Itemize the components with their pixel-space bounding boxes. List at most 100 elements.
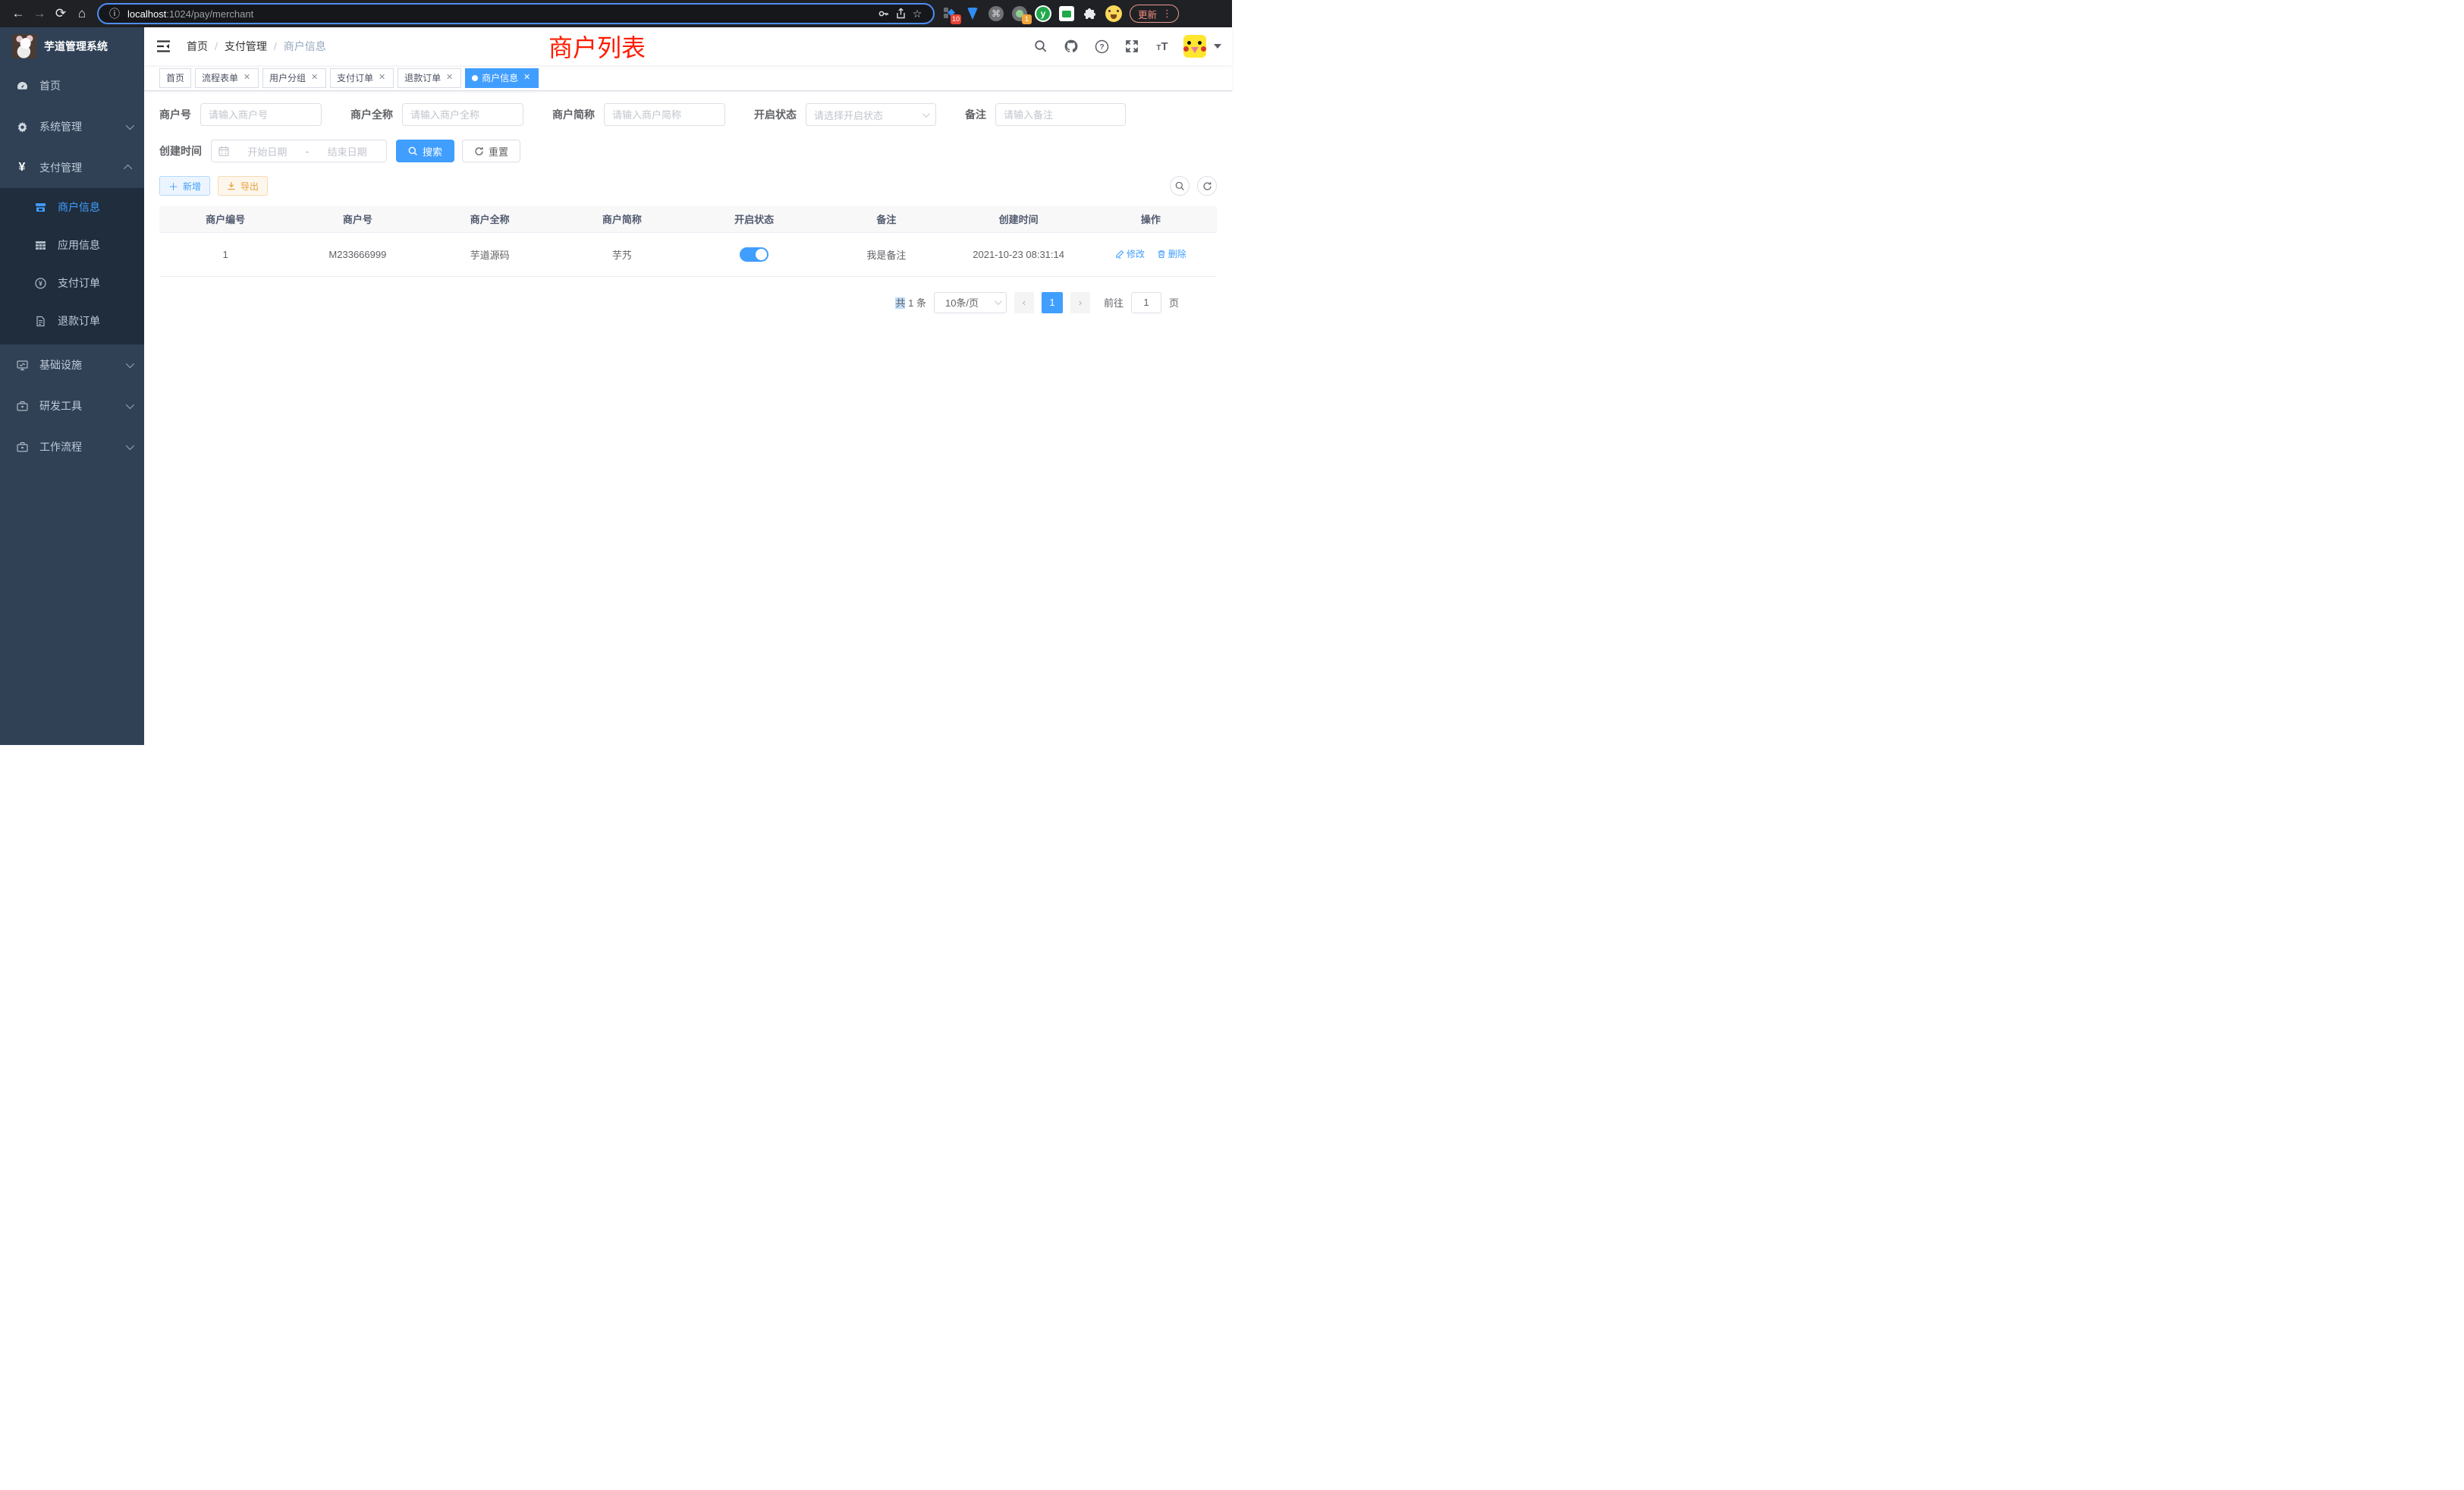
sidebar-item-dev-tools[interactable]: 研发工具: [0, 385, 144, 426]
extension-recorder-icon[interactable]: 1: [1011, 5, 1028, 22]
prev-page-button[interactable]: ‹: [1014, 292, 1034, 313]
close-icon[interactable]: ✕: [445, 73, 454, 83]
shop-icon: [33, 201, 47, 214]
toggle-search-icon[interactable]: [1170, 176, 1190, 196]
help-icon[interactable]: ?: [1092, 37, 1111, 55]
reset-button[interactable]: 重置: [462, 140, 520, 162]
status-toggle[interactable]: [740, 247, 768, 262]
add-button[interactable]: ＋新增: [159, 176, 210, 196]
table-row: 1 M233666999 芋道源码 芋艿 我是备注 2021-10-23 08:…: [159, 232, 1217, 276]
sidebar-item-pay[interactable]: ¥ 支付管理: [0, 147, 144, 188]
close-icon[interactable]: ✕: [242, 73, 252, 83]
sidebar-item-label: 系统管理: [39, 119, 126, 134]
sidebar-item-pay-order[interactable]: ¥ 支付订单: [0, 264, 144, 302]
breadcrumb-current: 商户信息: [284, 39, 326, 54]
breadcrumb-pay[interactable]: 支付管理: [225, 39, 267, 54]
back-icon[interactable]: ←: [8, 3, 29, 24]
forward-icon[interactable]: →: [29, 3, 50, 24]
font-size-icon[interactable]: TT: [1153, 37, 1171, 55]
reload-icon[interactable]: ⟳: [50, 3, 71, 24]
cell-remark: 我是备注: [820, 232, 952, 276]
yen-icon: ¥: [15, 161, 29, 174]
filter-row-2: 创建时间 开始日期 - 结束日期 搜索 重置: [159, 140, 1217, 162]
extension-emoji-icon[interactable]: [1105, 5, 1122, 22]
sidebar-item-infra[interactable]: 基础设施: [0, 344, 144, 385]
browser-menu-icon[interactable]: ⋮: [1162, 8, 1172, 20]
sidebar-item-home[interactable]: 首页: [0, 65, 144, 106]
next-page-button[interactable]: ›: [1070, 292, 1090, 313]
refresh-icon[interactable]: [1197, 176, 1217, 196]
table-toolbar: ＋新增 导出: [159, 176, 1217, 196]
col-header: 开启状态: [688, 206, 820, 232]
pay-submenu: 商户信息 应用信息 ¥ 支付订单: [0, 188, 144, 344]
close-icon[interactable]: ✕: [377, 73, 387, 83]
extension-command-icon[interactable]: ⌘: [988, 5, 1004, 22]
fullscreen-icon[interactable]: [1123, 37, 1141, 55]
svg-text:¥: ¥: [39, 279, 42, 287]
extension-gem-icon[interactable]: [964, 5, 981, 22]
extensions-puzzle-icon[interactable]: [1082, 5, 1098, 22]
tab-user-group[interactable]: 用户分组✕: [262, 68, 326, 88]
app-logo-row[interactable]: 芋道管理系统: [0, 27, 144, 65]
date-start-placeholder[interactable]: 开始日期: [235, 144, 300, 159]
home-icon[interactable]: ⌂: [71, 3, 93, 24]
page-size-select[interactable]: 10条/页: [934, 292, 1007, 313]
date-end-placeholder[interactable]: 结束日期: [315, 144, 379, 159]
share-icon[interactable]: [892, 5, 909, 22]
breadcrumb-home[interactable]: 首页: [187, 39, 208, 54]
sidebar-item-workflow[interactable]: 工作流程: [0, 426, 144, 467]
close-icon[interactable]: ✕: [522, 73, 532, 83]
tab-merchant-info[interactable]: 商户信息✕: [465, 68, 539, 88]
briefcase-icon: [15, 400, 29, 413]
screen: ← → ⟳ ⌂ ⓘ localhost:1024/pay/merchant ☆ …: [0, 0, 1232, 745]
sidebar-item-label: 支付订单: [58, 275, 100, 291]
short-name-input[interactable]: [604, 103, 725, 126]
edit-link[interactable]: 修改: [1115, 247, 1145, 260]
github-icon[interactable]: [1062, 37, 1080, 55]
status-label: 开启状态: [754, 107, 797, 122]
col-header: 商户简称: [556, 206, 688, 232]
url-host: localhost: [127, 8, 166, 20]
tab-home[interactable]: 首页: [159, 68, 191, 88]
tab-process-form[interactable]: 流程表单✕: [195, 68, 259, 88]
sidebar-item-label: 支付管理: [39, 160, 126, 175]
app-title: 芋道管理系统: [44, 39, 108, 54]
avatar-caret-icon[interactable]: [1214, 44, 1221, 49]
browser-update-button[interactable]: 更新 ⋮: [1130, 5, 1179, 23]
search-icon[interactable]: [1032, 37, 1050, 55]
extension-grid-icon[interactable]: ◆ 10: [941, 5, 957, 22]
sidebar-item-system[interactable]: 系统管理: [0, 106, 144, 147]
tab-pay-order[interactable]: 支付订单✕: [330, 68, 394, 88]
site-info-icon[interactable]: ⓘ: [106, 5, 123, 22]
sidebar-item-app-info[interactable]: 应用信息: [0, 226, 144, 264]
goto-page-input[interactable]: [1131, 292, 1161, 313]
close-icon[interactable]: ✕: [310, 73, 319, 83]
svg-text:?: ?: [1099, 43, 1104, 52]
chevron-down-icon: [126, 360, 134, 368]
tab-refund-order[interactable]: 退款订单✕: [398, 68, 461, 88]
sidebar-item-refund-order[interactable]: 退款订单: [0, 302, 144, 340]
bookmark-star-icon[interactable]: ☆: [909, 5, 926, 22]
sidebar-item-merchant-info[interactable]: 商户信息: [0, 188, 144, 226]
chevron-down-icon: [126, 401, 134, 409]
col-header: 商户号: [291, 206, 423, 232]
remark-input[interactable]: [995, 103, 1126, 126]
merchant-no-input[interactable]: [200, 103, 322, 126]
search-button[interactable]: 搜索: [396, 140, 454, 162]
full-name-input[interactable]: [402, 103, 523, 126]
password-key-icon[interactable]: [875, 5, 892, 22]
page-number-button[interactable]: 1: [1042, 292, 1063, 313]
create-time-range-picker[interactable]: 开始日期 - 结束日期: [211, 140, 387, 162]
merchant-table: 商户编号 商户号 商户全称 商户简称 开启状态 备注 创建时间 操作 1 M23…: [159, 206, 1217, 277]
cell-short-name: 芋艿: [556, 232, 688, 276]
address-bar[interactable]: ⓘ localhost:1024/pay/merchant ☆: [97, 3, 935, 24]
gear-icon: [15, 121, 29, 134]
pagination: 共 1 条 10条/页 ‹ 1 › 前往 页: [159, 292, 1179, 313]
status-select[interactable]: 请选择开启状态: [806, 103, 936, 126]
avatar[interactable]: [1183, 35, 1206, 58]
extension-chat-icon[interactable]: [1058, 5, 1075, 22]
delete-link[interactable]: 删除: [1157, 247, 1186, 260]
export-button[interactable]: 导出: [218, 176, 268, 196]
sidebar-collapse-icon[interactable]: [144, 27, 182, 65]
extension-y-icon[interactable]: y: [1035, 5, 1051, 22]
